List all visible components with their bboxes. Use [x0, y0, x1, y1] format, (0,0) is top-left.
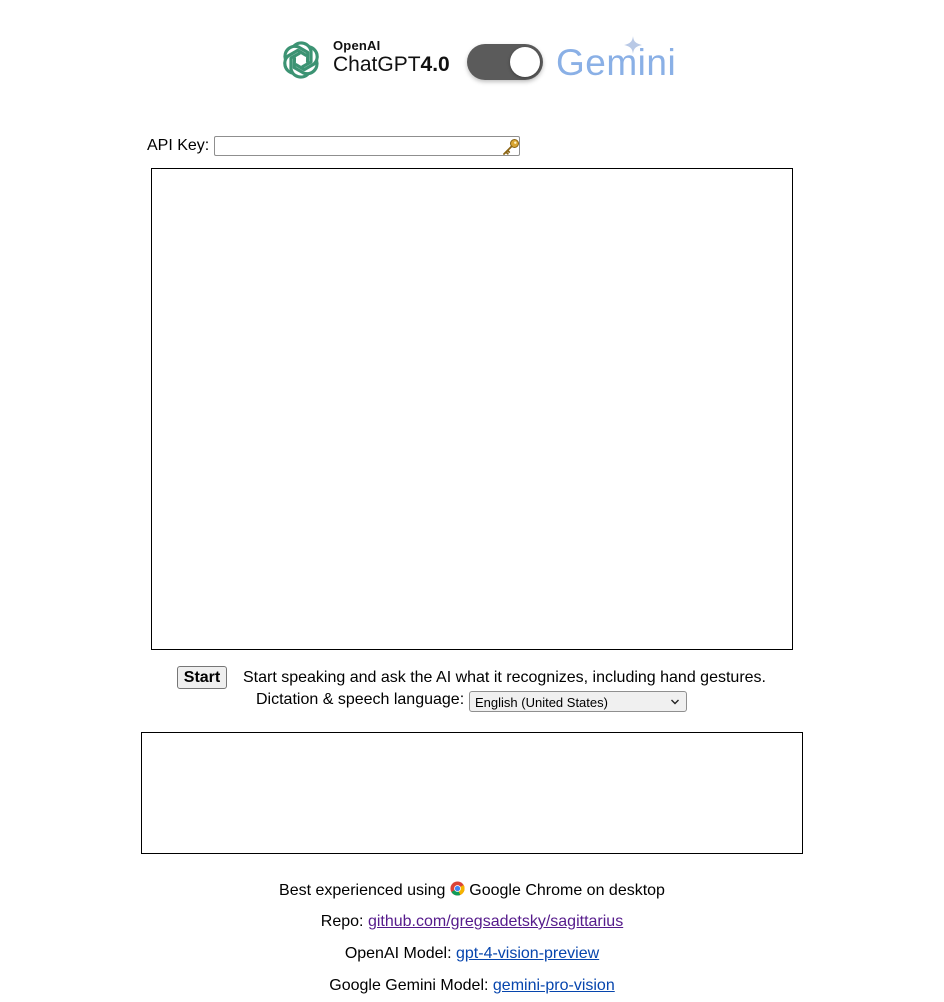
- openai-model-label: OpenAI Model:: [344, 945, 452, 962]
- transcript-output-box: [141, 732, 803, 854]
- chatgpt-name: ChatGPT: [333, 53, 421, 76]
- openai-brand-text: OpenAI: [333, 38, 381, 53]
- chevron-down-icon: [671, 699, 679, 705]
- gemini-brand-text: Gemini: [556, 42, 677, 83]
- video-display-area: [151, 168, 793, 650]
- browser-recommendation-suffix: Google Chrome on desktop: [469, 882, 665, 899]
- gemini-sparkle-icon: [624, 36, 642, 54]
- language-label: Dictation & speech language:: [256, 691, 465, 708]
- openai-model-line: OpenAI Model: gpt-4-vision-preview: [0, 945, 944, 963]
- chrome-icon: [450, 881, 465, 896]
- gemini-model-label: Google Gemini Model:: [329, 977, 489, 994]
- chatgpt-version: 4.0: [420, 53, 450, 76]
- toggle-knob[interactable]: [510, 47, 540, 77]
- api-key-input[interactable]: [214, 136, 520, 156]
- language-selected-value: English (United States): [475, 695, 608, 710]
- start-button[interactable]: Start: [177, 666, 227, 689]
- language-select[interactable]: English (United States): [469, 691, 687, 712]
- repo-link[interactable]: github.com/gregsadetsky/sagittarius: [368, 913, 623, 930]
- chatgpt-brand-text: ChatGPT4.0: [333, 53, 450, 77]
- api-key-label: API Key:: [147, 137, 210, 154]
- model-toggle-switch[interactable]: [467, 44, 543, 80]
- instruction-text: Start speaking and ask the AI what it re…: [243, 669, 766, 686]
- repo-label: Repo:: [320, 913, 364, 930]
- gemini-model-link[interactable]: gemini-pro-vision: [493, 977, 615, 994]
- openai-logo-icon: [275, 34, 327, 86]
- browser-recommendation: Best experienced using Google Chrome on …: [0, 881, 944, 900]
- browser-recommendation-prefix: Best experienced using: [279, 882, 446, 899]
- openai-model-link[interactable]: gpt-4-vision-preview: [456, 945, 599, 962]
- gemini-model-line: Google Gemini Model: gemini-pro-vision: [0, 977, 944, 995]
- key-icon[interactable]: [502, 138, 520, 156]
- repo-line: Repo: github.com/gregsadetsky/sagittariu…: [0, 913, 944, 931]
